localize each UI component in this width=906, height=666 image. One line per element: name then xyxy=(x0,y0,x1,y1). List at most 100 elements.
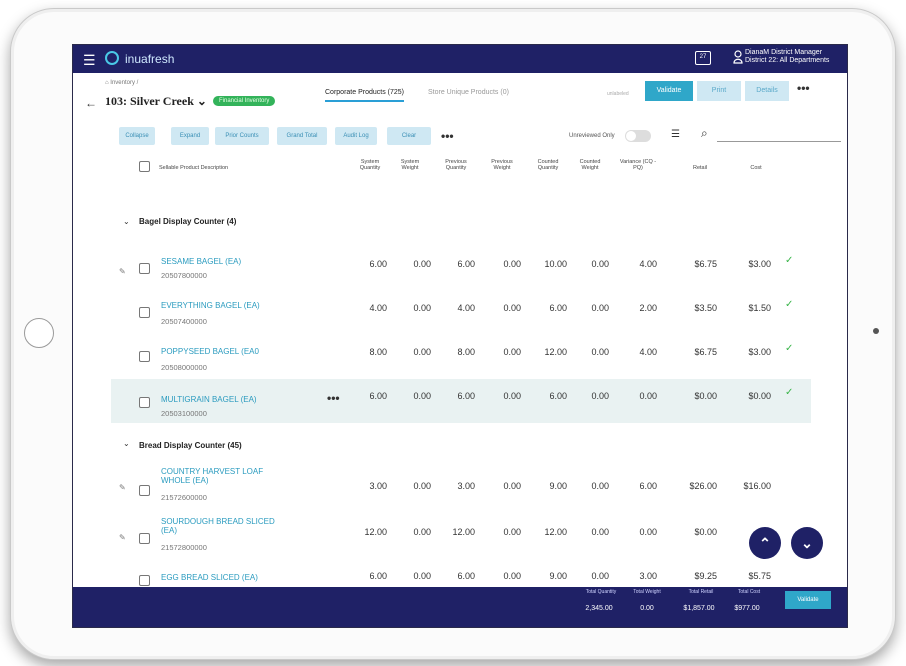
counted-quantity-input[interactable]: 6.00 xyxy=(523,303,567,313)
row-more-icon[interactable]: ••• xyxy=(327,391,340,405)
breadcrumb-inventory[interactable]: Inventory / xyxy=(110,80,138,86)
product-name-link[interactable]: POPPYSEED BAGEL (EA0 xyxy=(161,347,259,356)
counted-weight-input[interactable]: 0.00 xyxy=(565,303,609,313)
messages-icon[interactable]: 27 xyxy=(695,51,711,65)
column-header-system-weight[interactable]: System Weight xyxy=(395,159,425,171)
collapse-button[interactable]: Collapse xyxy=(119,127,155,145)
column-header-cost[interactable]: Cost xyxy=(741,165,771,171)
column-header-counted-weight[interactable]: Counted Weight xyxy=(575,159,605,171)
counted-weight-input[interactable]: 0.00 xyxy=(565,571,609,581)
user-icon[interactable] xyxy=(733,50,743,64)
expand-button[interactable]: Expand xyxy=(171,127,209,145)
counted-quantity-input[interactable]: 9.00 xyxy=(523,571,567,581)
previous-quantity-cell: 4.00 xyxy=(457,303,475,313)
tab-store-unique-products[interactable]: Store Unique Products (0) xyxy=(428,89,509,96)
product-name-link[interactable]: EVERYTHING BAGEL (EA) xyxy=(161,301,260,310)
counted-weight-input[interactable]: 0.00 xyxy=(565,481,609,491)
group-header-bread[interactable]: Bread Display Counter (45) xyxy=(139,441,242,450)
counted-quantity-input[interactable]: 6.00 xyxy=(523,391,567,401)
product-name-link[interactable]: SESAME BAGEL (EA) xyxy=(161,257,241,266)
search-icon[interactable]: ⌕ xyxy=(701,126,708,141)
pin-icon[interactable]: ✎ xyxy=(119,267,126,276)
collapse-group-icon[interactable]: ⌄ xyxy=(123,217,130,226)
system-quantity-cell: 3.00 xyxy=(369,481,387,491)
chevron-down-icon[interactable]: ⌄ xyxy=(197,94,207,108)
counted-weight-input[interactable]: 0.00 xyxy=(565,391,609,401)
audit-log-button[interactable]: Audit Log xyxy=(335,127,377,145)
product-name-line2[interactable]: (EA) xyxy=(161,526,177,535)
previous-weight-cell: 0.00 xyxy=(503,527,521,537)
search-input[interactable] xyxy=(717,141,841,142)
prior-counts-button[interactable]: Prior Counts xyxy=(215,127,269,145)
product-name-line2[interactable]: WHOLE (EA) xyxy=(161,476,209,485)
system-weight-cell: 0.00 xyxy=(413,391,431,401)
home-icon[interactable]: ⌂ xyxy=(105,80,109,86)
reviewed-check-icon: ✓ xyxy=(785,343,794,354)
clear-button[interactable]: Clear xyxy=(387,127,431,145)
row-checkbox[interactable] xyxy=(139,397,150,408)
column-header-previous-quantity[interactable]: Previous Quantity xyxy=(439,159,473,171)
page-title[interactable]: 103: Silver Creek ⌄ xyxy=(105,94,207,109)
product-name-line1[interactable]: SOURDOUGH BREAD SLICED xyxy=(161,517,275,526)
details-button[interactable]: Details xyxy=(745,81,789,101)
validate-footer-button[interactable]: Validate xyxy=(785,591,831,609)
toolbar-more-icon[interactable]: ••• xyxy=(441,129,454,143)
counted-weight-input[interactable]: 0.00 xyxy=(565,527,609,537)
row-checkbox[interactable] xyxy=(139,533,150,544)
tab-corporate-products[interactable]: Corporate Products (725) xyxy=(325,89,404,102)
pin-icon[interactable]: ✎ xyxy=(119,533,126,542)
product-name-link[interactable]: COUNTRY HARVEST LOAF WHOLE (EA) xyxy=(161,467,263,485)
row-checkbox[interactable] xyxy=(139,263,150,274)
column-header-counted-quantity[interactable]: Counted Quantity xyxy=(531,159,565,171)
variance-cell: 4.00 xyxy=(639,259,657,269)
user-district: District 22: All Departments xyxy=(745,57,830,64)
filter-icon[interactable]: ☰ xyxy=(671,129,680,140)
scroll-down-button[interactable]: ⌄ xyxy=(791,527,823,559)
product-code: 20507400000 xyxy=(161,317,207,326)
select-all-checkbox[interactable] xyxy=(139,161,150,172)
row-checkbox[interactable] xyxy=(139,485,150,496)
column-header-description[interactable]: Sellable Product Description xyxy=(159,165,228,171)
column-header-retail[interactable]: Retail xyxy=(685,165,715,171)
column-header-system-quantity[interactable]: System Quantity xyxy=(353,159,387,171)
product-name-link[interactable]: MULTIGRAIN BAGEL (EA) xyxy=(161,395,257,404)
breadcrumb[interactable]: ⌂ Inventory / xyxy=(105,80,138,86)
menu-icon[interactable]: ☰ xyxy=(83,52,96,69)
user-info[interactable]: DianaM District Manager District 22: All… xyxy=(745,49,829,65)
status-badge: Financial Inventory xyxy=(213,96,276,106)
retail-cell: $6.75 xyxy=(694,259,717,269)
product-code: 20503100000 xyxy=(161,409,207,418)
pin-icon[interactable]: ✎ xyxy=(119,483,126,492)
previous-quantity-cell: 6.00 xyxy=(457,259,475,269)
column-header-previous-weight[interactable]: Previous Weight xyxy=(487,159,517,171)
reviewed-check-icon: ✓ xyxy=(785,387,794,398)
product-name-link[interactable]: SOURDOUGH BREAD SLICED (EA) xyxy=(161,517,275,535)
grand-total-button[interactable]: Grand Total xyxy=(277,127,327,145)
table-header: Sellable Product Description System Quan… xyxy=(73,157,847,187)
counted-quantity-input[interactable]: 12.00 xyxy=(523,527,567,537)
variance-cell: 2.00 xyxy=(639,303,657,313)
column-header-variance[interactable]: Variance (CQ - PQ) xyxy=(619,159,657,171)
counted-weight-input[interactable]: 0.00 xyxy=(565,347,609,357)
print-button[interactable]: Print xyxy=(697,81,741,101)
variance-cell: 0.00 xyxy=(639,527,657,537)
camera-dot xyxy=(873,328,879,334)
validate-button[interactable]: Validate xyxy=(645,81,693,101)
total-weight-value: 0.00 xyxy=(640,605,654,612)
row-checkbox[interactable] xyxy=(139,351,150,362)
product-name-line1[interactable]: COUNTRY HARVEST LOAF xyxy=(161,467,263,476)
row-checkbox[interactable] xyxy=(139,575,150,586)
group-header-bagel[interactable]: Bagel Display Counter (4) xyxy=(139,217,236,226)
counted-quantity-input[interactable]: 10.00 xyxy=(523,259,567,269)
back-arrow-icon[interactable]: ← xyxy=(85,96,97,110)
unreviewed-only-toggle[interactable] xyxy=(625,130,651,142)
row-checkbox[interactable] xyxy=(139,307,150,318)
app-logo-text: inuafresh xyxy=(125,52,175,66)
counted-weight-input[interactable]: 0.00 xyxy=(565,259,609,269)
product-name-link[interactable]: EGG BREAD SLICED (EA) xyxy=(161,573,258,582)
scroll-up-button[interactable]: ⌃ xyxy=(749,527,781,559)
counted-quantity-input[interactable]: 9.00 xyxy=(523,481,567,491)
collapse-group-icon[interactable]: ⌄ xyxy=(123,439,130,448)
more-options-icon[interactable]: ••• xyxy=(797,81,810,95)
counted-quantity-input[interactable]: 12.00 xyxy=(523,347,567,357)
